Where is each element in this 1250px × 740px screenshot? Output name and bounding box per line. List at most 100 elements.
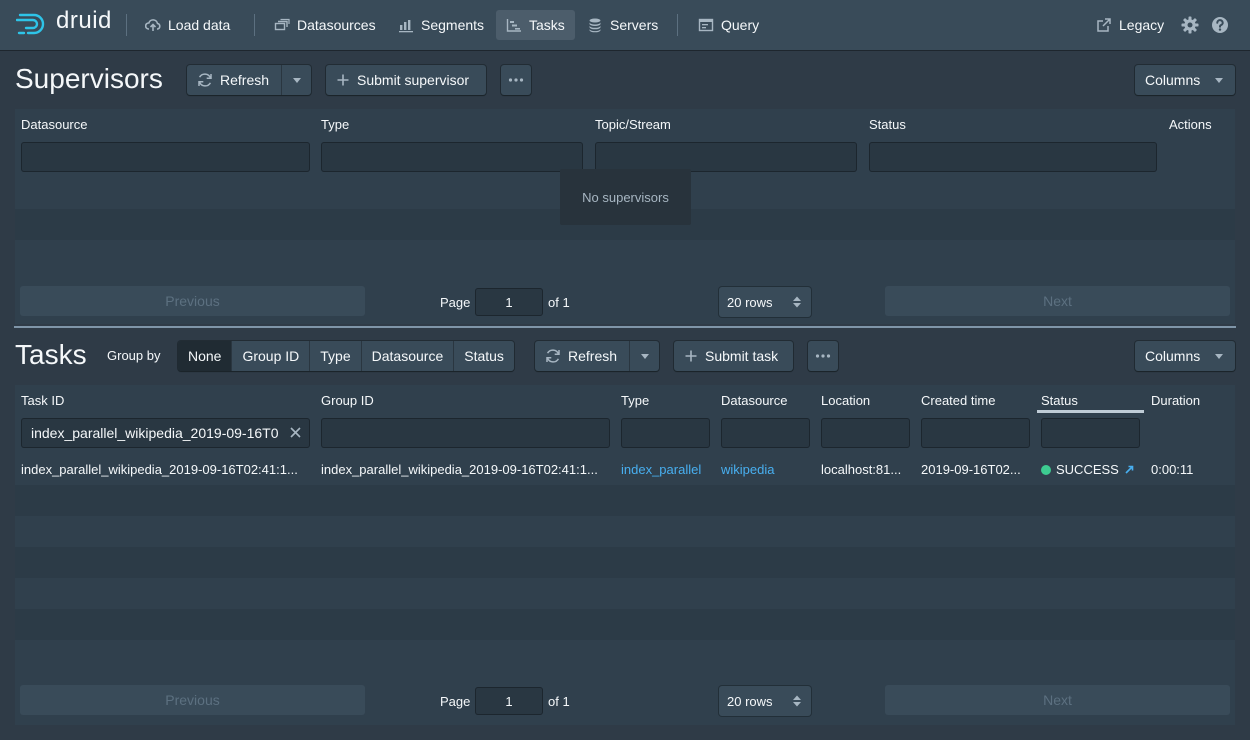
cell-datasource-link[interactable]: wikipedia bbox=[721, 462, 816, 477]
column-header-actions: Actions bbox=[1169, 117, 1212, 132]
group-by-group-id[interactable]: Group ID bbox=[232, 341, 311, 371]
more-icon bbox=[508, 78, 524, 82]
tasks-refresh-label: Refresh bbox=[568, 348, 618, 364]
group-by-none[interactable]: None bbox=[178, 341, 233, 371]
druid-logo-icon bbox=[16, 13, 45, 35]
refresh-icon bbox=[546, 349, 560, 363]
topic-stream-filter-input[interactable] bbox=[595, 142, 857, 172]
group-by-datasource[interactable]: Datasource bbox=[361, 341, 455, 371]
supervisors-page-input[interactable]: 1 bbox=[475, 288, 543, 316]
tasks-previous-button[interactable]: Previous bbox=[20, 685, 365, 715]
submit-task-label: Submit task bbox=[705, 348, 779, 364]
task-id-filter-input[interactable]: index_parallel_wikipedia_2019-09-16T0 bbox=[21, 418, 310, 448]
tasks-next-button[interactable]: Next bbox=[885, 685, 1230, 715]
caret-down-icon bbox=[1215, 78, 1223, 83]
column-header-location[interactable]: Location bbox=[821, 393, 870, 408]
clear-filter-icon[interactable] bbox=[290, 427, 301, 438]
supervisors-title: Supervisors bbox=[15, 63, 163, 94]
tasks-columns-label: Columns bbox=[1145, 348, 1201, 364]
type-filter-input[interactable] bbox=[621, 418, 710, 448]
nav-servers[interactable]: Servers bbox=[577, 10, 668, 40]
submit-supervisor-label: Submit supervisor bbox=[357, 72, 470, 88]
column-header-created-time[interactable]: Created time bbox=[921, 393, 995, 408]
tasks-columns-button[interactable]: Columns bbox=[1135, 341, 1235, 371]
nav-load-data[interactable]: Load data bbox=[135, 10, 240, 40]
supervisors-refresh-button[interactable]: Refresh bbox=[187, 65, 311, 95]
nav-tasks[interactable]: Tasks bbox=[496, 10, 575, 40]
help-icon[interactable] bbox=[1210, 15, 1230, 35]
page-count: of 1 bbox=[548, 295, 570, 310]
tasks-refresh-dropdown[interactable] bbox=[629, 341, 659, 371]
tasks-page-input[interactable]: 1 bbox=[475, 687, 543, 715]
druid-logo[interactable]: druid bbox=[16, 7, 112, 38]
status-success-dot bbox=[1041, 465, 1051, 475]
submit-task-button[interactable]: Submit task bbox=[674, 341, 793, 371]
top-navbar: druid Load data Datasources Segments Tas… bbox=[0, 0, 1250, 50]
status-filter-input[interactable] bbox=[869, 142, 1157, 172]
supervisors-refresh-label: Refresh bbox=[220, 72, 270, 88]
table-row bbox=[15, 609, 1235, 640]
supervisors-rows-select[interactable]: 20 rows bbox=[719, 287, 811, 317]
location-filter-input[interactable] bbox=[821, 418, 910, 448]
column-header-topic-stream[interactable]: Topic/Stream bbox=[595, 117, 671, 132]
database-icon bbox=[589, 18, 601, 33]
submit-supervisor-button[interactable]: Submit supervisor bbox=[326, 65, 486, 95]
tasks-rows-select[interactable]: 20 rows bbox=[719, 686, 811, 716]
no-supervisors-message: No supervisors bbox=[560, 169, 691, 225]
table-row bbox=[15, 640, 1235, 671]
column-header-duration[interactable]: Duration bbox=[1151, 393, 1200, 408]
settings-gear-icon[interactable] bbox=[1180, 15, 1200, 35]
supervisors-previous-button[interactable]: Previous bbox=[20, 286, 365, 316]
arrow-top-right-icon[interactable] bbox=[1125, 465, 1134, 474]
supervisors-table: Datasource Type Topic/Stream Status Acti… bbox=[15, 109, 1235, 324]
tasks-refresh-button[interactable]: Refresh bbox=[535, 341, 659, 371]
column-header-group-id[interactable]: Group ID bbox=[321, 393, 374, 408]
refresh-icon bbox=[198, 73, 212, 87]
supervisors-columns-button[interactable]: Columns bbox=[1135, 65, 1235, 95]
supervisors-refresh-dropdown[interactable] bbox=[281, 65, 311, 95]
datasource-filter-input[interactable] bbox=[21, 142, 310, 172]
cell-task-id[interactable]: index_parallel_wikipedia_2019-09-16T02:4… bbox=[21, 462, 311, 477]
status-filter-input[interactable] bbox=[1041, 418, 1140, 448]
table-row bbox=[15, 516, 1235, 547]
status-sort-indicator bbox=[1037, 410, 1144, 413]
column-header-type[interactable]: Type bbox=[321, 117, 349, 132]
tasks-more-button[interactable] bbox=[808, 341, 838, 371]
caret-down-icon bbox=[292, 77, 301, 83]
column-header-datasource[interactable]: Datasource bbox=[721, 393, 787, 408]
nav-legacy[interactable]: Legacy bbox=[1086, 10, 1174, 40]
stacked-chart-icon bbox=[399, 20, 413, 33]
supervisors-more-button[interactable] bbox=[501, 65, 531, 95]
tasks-title: Tasks bbox=[15, 339, 87, 370]
tasks-table: Task ID Group ID Type Datasource Locatio… bbox=[15, 385, 1235, 725]
supervisors-next-button[interactable]: Next bbox=[885, 286, 1230, 316]
task-id-filter-value: index_parallel_wikipedia_2019-09-16T0 bbox=[31, 425, 279, 441]
caret-down-icon bbox=[1215, 354, 1223, 359]
nav-divider bbox=[126, 14, 127, 36]
type-filter-input[interactable] bbox=[321, 142, 583, 172]
column-header-status[interactable]: Status bbox=[869, 117, 906, 132]
pane-splitter[interactable] bbox=[14, 326, 1236, 328]
cell-duration: 0:00:11 bbox=[1151, 462, 1194, 477]
column-header-status[interactable]: Status bbox=[1041, 393, 1078, 408]
rows-select-label: 20 rows bbox=[727, 294, 773, 310]
group-by-label: Group by bbox=[107, 348, 161, 363]
cell-type-link[interactable]: index_parallel bbox=[621, 462, 716, 477]
cell-group-id[interactable]: index_parallel_wikipedia_2019-09-16T02:4… bbox=[321, 462, 611, 477]
group-by-status[interactable]: Status bbox=[454, 341, 514, 371]
cell-location: localhost:81... bbox=[821, 462, 902, 477]
column-header-datasource[interactable]: Datasource bbox=[21, 117, 87, 132]
created-time-filter-input[interactable] bbox=[921, 418, 1030, 448]
nav-query[interactable]: Query bbox=[688, 10, 769, 40]
double-caret-icon bbox=[793, 296, 801, 308]
column-header-task-id[interactable]: Task ID bbox=[21, 393, 64, 408]
column-header-type[interactable]: Type bbox=[621, 393, 649, 408]
brand-name: druid bbox=[56, 7, 112, 34]
table-row bbox=[15, 240, 1235, 271]
group-id-filter-input[interactable] bbox=[321, 418, 610, 448]
datasource-filter-input[interactable] bbox=[721, 418, 810, 448]
group-by-type[interactable]: Type bbox=[310, 341, 362, 371]
nav-segments[interactable]: Segments bbox=[388, 10, 494, 40]
page-label: Page bbox=[440, 694, 471, 709]
nav-datasources[interactable]: Datasources bbox=[264, 10, 386, 40]
